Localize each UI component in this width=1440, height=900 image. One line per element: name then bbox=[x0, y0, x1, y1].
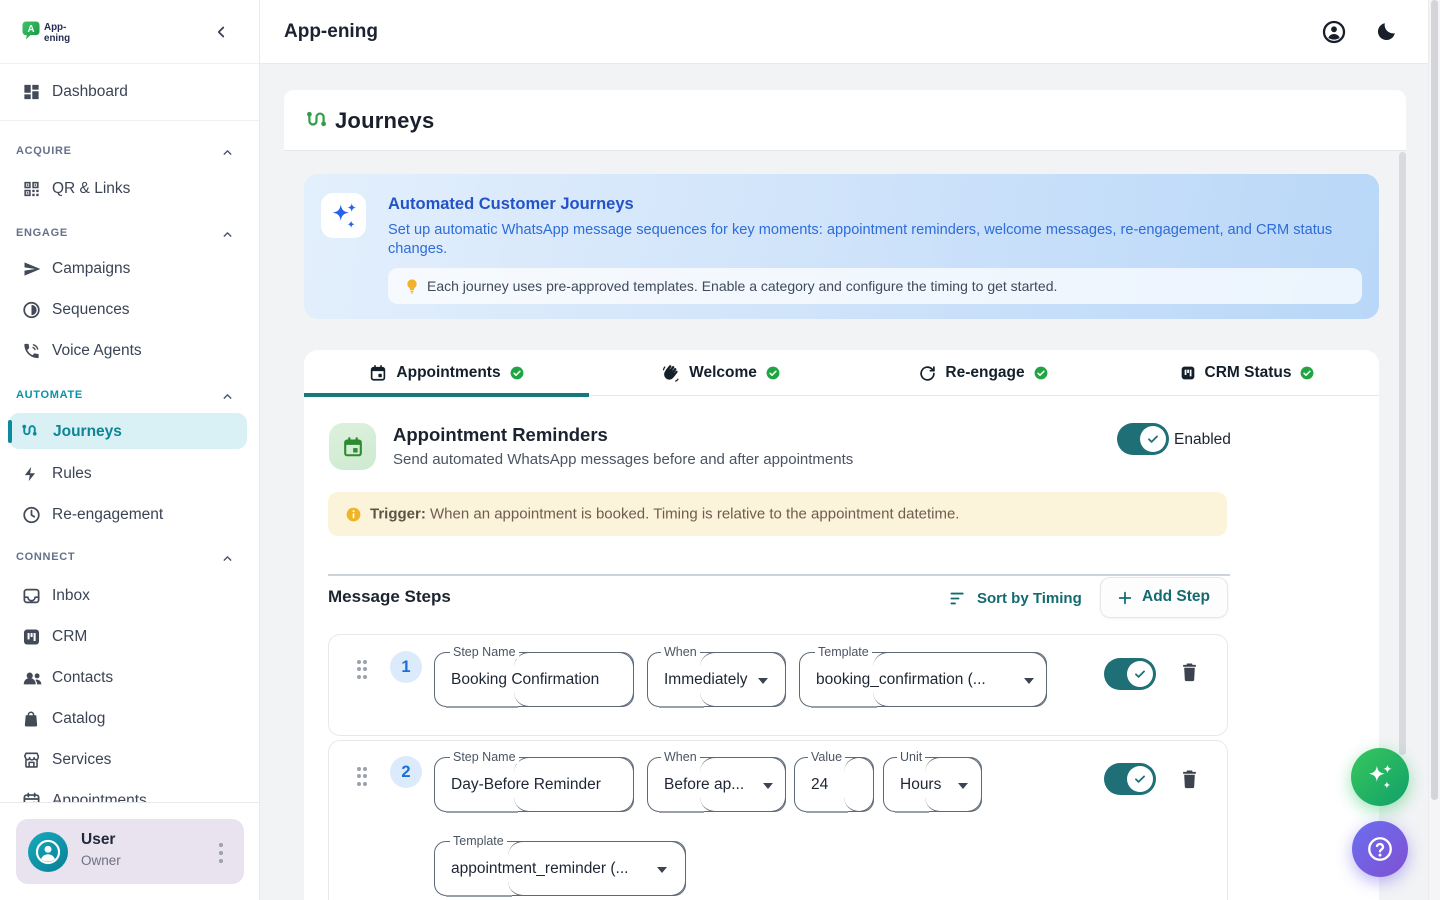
svg-text:A: A bbox=[27, 24, 34, 35]
